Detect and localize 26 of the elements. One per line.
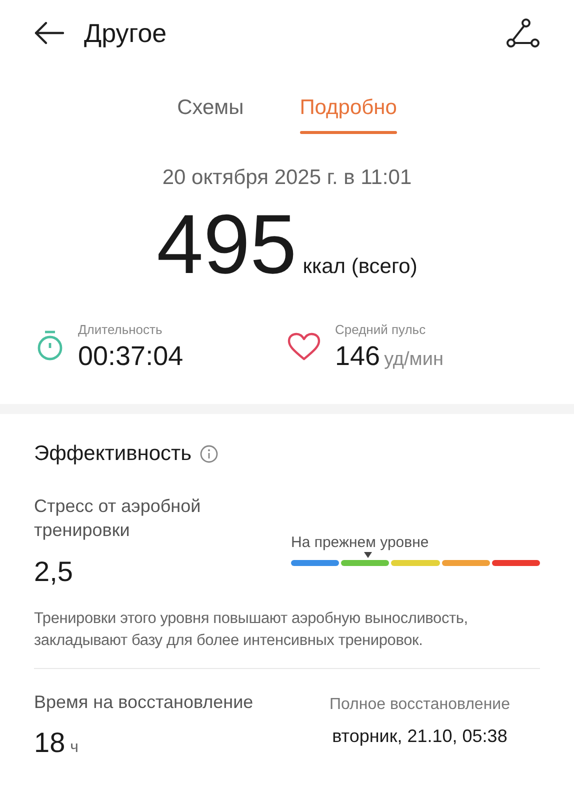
metric-label: Стресс от аэробной тренировки <box>34 494 202 542</box>
calories-value: 495 <box>156 196 297 292</box>
info-icon[interactable] <box>200 444 218 463</box>
stopwatch-icon <box>36 330 64 362</box>
scale-label: На прежнем уровне <box>291 532 429 552</box>
heart-icon <box>287 332 321 362</box>
metric-value: 2,5 <box>34 554 74 588</box>
recovery-unit: ч <box>70 738 78 758</box>
tab[interactable]: Подробно <box>300 93 397 134</box>
stat-value: 00:37:04 <box>78 340 184 372</box>
back-icon[interactable] <box>34 21 64 45</box>
calories-unit: ккал (всего) <box>302 254 418 280</box>
section-title: Эффективность <box>34 441 192 467</box>
route-icon[interactable] <box>506 18 540 48</box>
stat-value: 146 <box>335 340 380 372</box>
stat-label: Длительность <box>78 322 164 338</box>
stat-label: Средний пульс <box>335 322 427 338</box>
recovery-value: 18 <box>34 726 66 760</box>
full-recovery-time: вторник, 21.10, 05:38 <box>332 724 508 748</box>
tab[interactable]: Схемы <box>177 93 244 134</box>
workout-date: 20 октября 2025 г. в 11:01 <box>161 165 413 191</box>
stat-unit: уд/мин <box>384 348 444 372</box>
recovery-label: Время на восстановление <box>34 690 254 714</box>
page-title: Другое <box>84 16 167 50</box>
metric-description: Тренировки этого уровня повышают аэробную выносливость, закладывают базу для более интенсивных тренировок. <box>34 608 469 650</box>
full-recovery-label: Полное восстановление <box>330 694 510 714</box>
